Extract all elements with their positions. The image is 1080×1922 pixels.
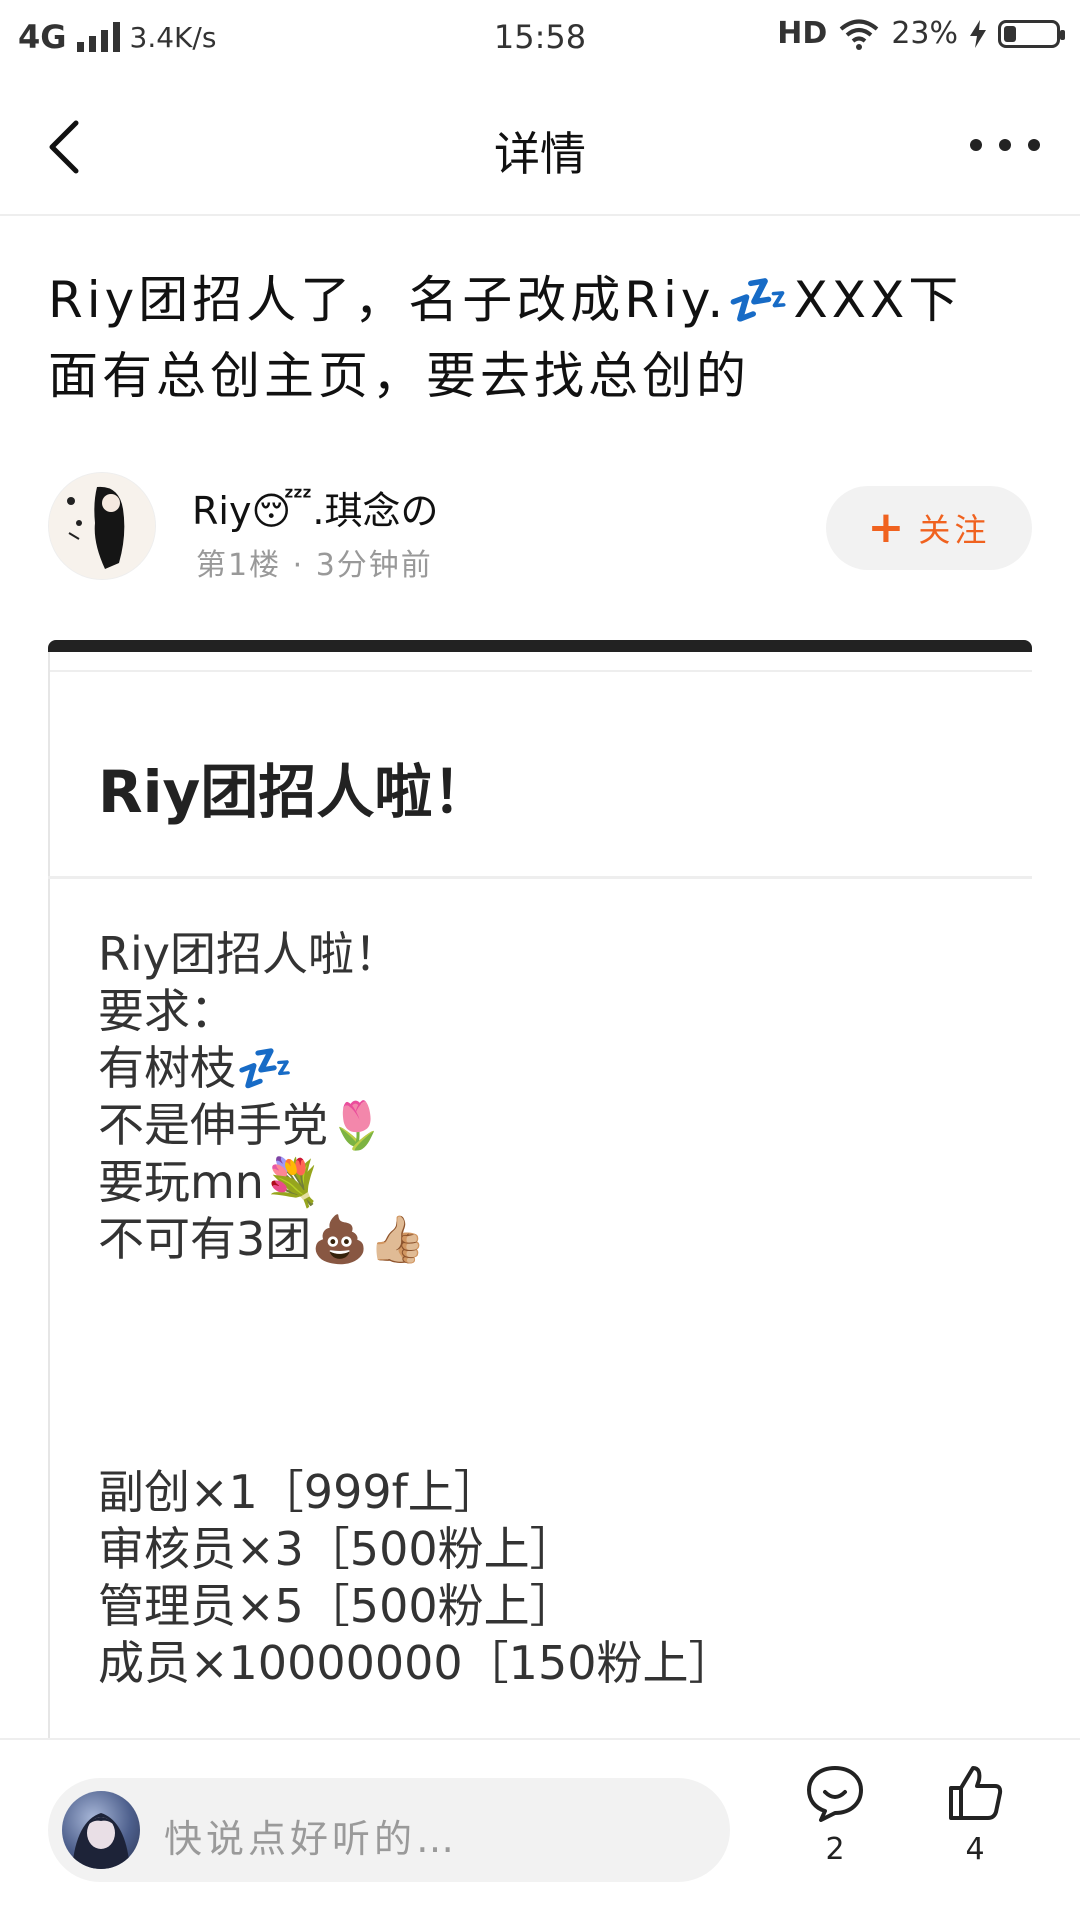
avatar-illustration (49, 473, 155, 579)
status-bar: 4G 3.4K/s 15:58 HD 23% (0, 0, 1080, 80)
image-line: Riy团招人啦！ (98, 927, 400, 981)
comment-count: 2 (825, 1832, 845, 1867)
plus-icon: + (867, 502, 909, 553)
follow-button[interactable]: + 关注 (826, 486, 1032, 570)
post-meta: 第1楼 · 3分钟前 (196, 548, 433, 583)
image-line: 要玩mn💐 (98, 1155, 322, 1209)
follow-label: 关注 (918, 511, 991, 549)
image-title: Riy团招人啦！ (98, 758, 491, 826)
post-title: Riy团招人了，名子改成Riy.💤XXX下面有总创主页，要去找总创的 (48, 271, 963, 405)
more-options-icon[interactable] (970, 130, 1040, 160)
like-count: 4 (965, 1832, 985, 1867)
role-line: 审核员×3［500粉上］ (98, 1522, 576, 1576)
hd-indicator: HD (777, 16, 828, 51)
comment-input[interactable]: 快说点好听的… (48, 1778, 730, 1882)
comment-icon (807, 1766, 863, 1822)
image-requirements: Riy团招人啦！ 要求： 有树枝💤 不是伸手党🌷 要玩mn💐 不可有3团💩👍🏼 (98, 926, 426, 1268)
role-line: 管理员×5［500粉上］ (98, 1579, 576, 1633)
image-divider (48, 876, 1032, 879)
image-line: 有树枝💤 (98, 1041, 294, 1095)
image-top-divider (48, 670, 1032, 672)
thumbs-up-icon (949, 1766, 1003, 1820)
image-line: 不是伸手党🌷 (98, 1098, 386, 1152)
image-roles: 副创×1［999f上］ 审核员×3［500粉上］ 管理员×5［500粉上］ 成员… (98, 1464, 734, 1692)
like-button[interactable]: 4 (930, 1764, 1020, 1867)
comment-placeholder: 快说点好听的… (164, 1817, 459, 1861)
image-top-bar (48, 640, 1032, 652)
role-line: 成员×10000000［150粉上］ (98, 1636, 735, 1690)
bottom-bar: 快说点好听的… 2 4 (0, 1738, 1080, 1922)
battery-icon (998, 19, 1065, 48)
my-avatar (62, 1791, 140, 1869)
post-image[interactable]: Riy团招人啦！ Riy团招人啦！ 要求： 有树枝💤 不是伸手党🌷 要玩mn💐 … (48, 640, 1032, 1740)
image-line: 不可有3团💩👍🏼 (98, 1212, 426, 1266)
image-left-border (48, 652, 50, 1740)
page-title: 详情 (494, 127, 586, 181)
battery-percent: 23% (891, 16, 958, 51)
status-right: HD 23% (777, 16, 1065, 51)
nav-bar: 详情 (0, 80, 1080, 216)
author-avatar[interactable] (48, 472, 156, 580)
role-line: 副创×1［999f上］ (98, 1465, 500, 1519)
wifi-icon (840, 19, 879, 50)
author-name[interactable]: Riy😴.琪念の (192, 480, 438, 535)
image-line: 要求： (98, 984, 236, 1038)
comment-button[interactable]: 2 (790, 1764, 880, 1867)
charging-icon (970, 19, 986, 48)
